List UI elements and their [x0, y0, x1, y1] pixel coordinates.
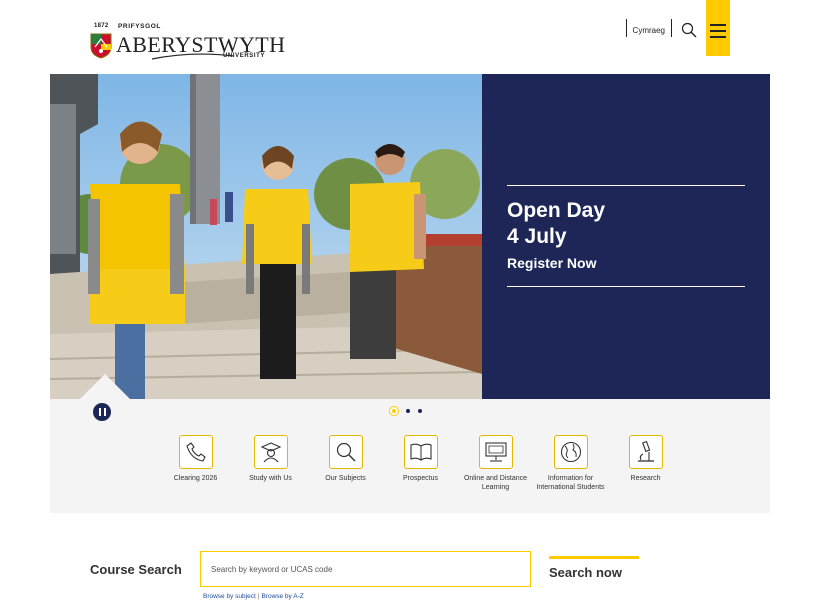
quick-link-online-learning[interactable]: Online and Distance Learning — [458, 435, 533, 492]
quick-link-our-subjects[interactable]: Our Subjects — [308, 435, 383, 492]
carousel-dot-2[interactable] — [406, 409, 410, 413]
logo-swoosh — [152, 53, 234, 60]
course-search-input[interactable] — [200, 551, 531, 587]
hero-carousel: Open Day 4 July Register Now — [50, 74, 770, 399]
pause-icon — [98, 408, 101, 416]
crest-icon — [90, 33, 112, 59]
quick-link-research[interactable]: Research — [608, 435, 683, 492]
menu-button[interactable] — [706, 0, 730, 56]
quick-link-label: Our Subjects — [325, 475, 366, 482]
carousel-dot-3[interactable] — [418, 409, 422, 413]
university-logo[interactable]: 1872 PRIFYSGOL ABERYSTWYTH UNIVERSITY — [90, 23, 285, 63]
logo-university: UNIVERSITY — [223, 53, 266, 59]
promo-title: Open Day 4 July — [507, 199, 606, 248]
search-button[interactable] — [678, 19, 700, 41]
quick-link-label: Clearing 2026 — [173, 475, 218, 482]
browse-by-subject-link[interactable]: Browse by subject — [203, 593, 256, 600]
browse-separator: | — [257, 593, 260, 600]
quick-link-label: Prospectus — [402, 475, 439, 482]
promo-divider-bottom — [507, 286, 745, 287]
search-now-button[interactable]: Search now — [549, 556, 639, 584]
globe-icon — [560, 441, 581, 463]
register-now-link[interactable]: Register Now — [507, 255, 596, 271]
book-icon — [409, 443, 432, 461]
quick-link-label: Research — [630, 475, 661, 482]
divider — [671, 19, 672, 37]
quick-link-label: Online and Distance Learning — [463, 475, 528, 491]
carousel-indicators — [390, 407, 422, 415]
hero-photo[interactable] — [50, 74, 482, 399]
promo-divider-top — [507, 185, 745, 186]
browse-by-az-link[interactable]: Browse by A-Z — [261, 593, 303, 600]
quick-links: Clearing 2026 Study with Us Our Subjects — [158, 435, 683, 492]
quick-links-band: Clearing 2026 Study with Us Our Subjects — [50, 399, 770, 513]
logo-prifysgol: PRIFYSGOL — [118, 23, 161, 30]
language-switch-link[interactable]: Cymraeg — [627, 26, 671, 35]
site-header: 1872 PRIFYSGOL ABERYSTWYTH UNIVERSITY Cy… — [0, 0, 820, 72]
browse-links: Browse by subject | Browse by A-Z — [203, 593, 304, 600]
computer-icon — [484, 442, 507, 462]
quick-link-prospectus[interactable]: Prospectus — [383, 435, 458, 492]
quick-link-label: Study with Us — [249, 475, 292, 482]
hamburger-menu-icon — [710, 24, 726, 26]
microscope-icon — [637, 440, 654, 462]
search-icon — [681, 22, 697, 38]
magnifier-icon — [336, 442, 355, 462]
graduate-icon — [260, 442, 281, 463]
logo-year: 1872 — [94, 23, 109, 29]
quick-link-study-with-us[interactable]: Study with Us — [233, 435, 308, 492]
course-search-label: Course Search — [90, 562, 182, 577]
header-utilities: Cymraeg — [625, 0, 730, 56]
pause-button[interactable] — [93, 403, 111, 421]
hero-image — [50, 74, 482, 399]
open-day-promo[interactable]: Open Day 4 July Register Now — [482, 74, 770, 399]
quick-link-international[interactable]: Information for International Students — [533, 435, 608, 492]
carousel-dot-1[interactable] — [390, 407, 398, 415]
phone-icon — [185, 442, 206, 462]
quick-link-label: Information for International Students — [536, 475, 605, 491]
quick-link-clearing[interactable]: Clearing 2026 — [158, 435, 233, 492]
